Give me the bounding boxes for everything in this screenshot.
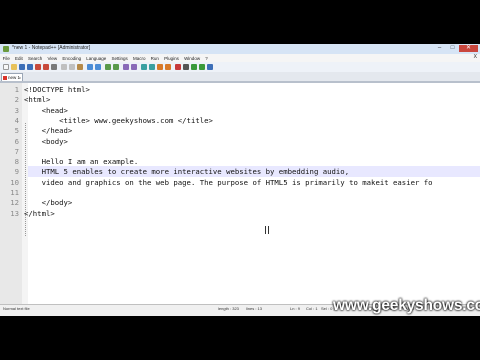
- code-line[interactable]: <html>: [24, 95, 50, 104]
- copy-icon[interactable]: [69, 64, 75, 70]
- replace-icon[interactable]: [113, 64, 119, 70]
- notepadpp-window: *new 1 - Notepad++ [Administrator] – □ ✕…: [0, 44, 480, 316]
- line-number: 1: [14, 85, 19, 94]
- code-line[interactable]: <!DOCTYPE html>: [24, 85, 90, 94]
- show-all-chars-icon[interactable]: [157, 64, 163, 70]
- code-line[interactable]: video and graphics on the web page. The …: [24, 178, 433, 187]
- line-number: 5: [14, 126, 19, 136]
- menu-view[interactable]: View: [45, 56, 60, 61]
- tab-close-icon[interactable]: x: [19, 74, 21, 82]
- code-line[interactable]: HTML 5 enables to create more interactiv…: [24, 167, 350, 176]
- menu-window[interactable]: Window: [181, 56, 202, 61]
- menu-bar: File Edit Search View Encoding Language …: [0, 54, 480, 62]
- code-line[interactable]: <title> www.geekyshows.com </title>: [24, 116, 213, 125]
- code-line[interactable]: Hello I am an example.: [24, 157, 139, 166]
- unsaved-icon: [3, 76, 7, 80]
- line-number-gutter: 1 2 3 4 5 6 7 8 9 10 11 12 13: [0, 83, 23, 305]
- sync-scroll-icon[interactable]: [141, 64, 147, 70]
- window-title: *new 1 - Notepad++ [Administrator]: [12, 45, 91, 51]
- line-number: 10: [10, 177, 19, 187]
- maximize-button[interactable]: □: [446, 45, 459, 52]
- save-icon[interactable]: [19, 64, 25, 70]
- zoom-out-icon[interactable]: [131, 64, 137, 70]
- editor-area[interactable]: 1 2 3 4 5 6 7 8 9 10 11 12 13 <!DOCTYPE html> <html> …: [0, 82, 480, 305]
- title-bar: *new 1 - Notepad++ [Administrator] – □ ✕: [0, 44, 480, 54]
- status-lines: lines : 13: [246, 306, 263, 311]
- close-file-icon[interactable]: [35, 64, 41, 70]
- indent-guide-icon[interactable]: [165, 64, 171, 70]
- find-icon[interactable]: [105, 64, 111, 70]
- play-macro-icon[interactable]: [191, 64, 197, 70]
- menu-close-button[interactable]: X: [474, 54, 477, 60]
- line-number: 6: [14, 136, 19, 146]
- code-line[interactable]: <body>: [24, 137, 68, 146]
- run-macro-multiple-icon[interactable]: [199, 64, 205, 70]
- code-line[interactable]: </head>: [24, 126, 73, 135]
- save-all-icon[interactable]: [27, 64, 33, 70]
- undo-icon[interactable]: [87, 64, 93, 70]
- menu-run[interactable]: Run: [148, 56, 161, 61]
- line-number: 8: [14, 157, 19, 167]
- menu-macro[interactable]: Macro: [130, 56, 148, 61]
- code-line[interactable]: </body>: [24, 198, 73, 207]
- line-number: 7: [14, 146, 19, 156]
- menu-search[interactable]: Search: [25, 56, 44, 61]
- tab-bar: new 1 x: [0, 72, 480, 82]
- record-macro-icon[interactable]: [175, 64, 181, 70]
- new-file-icon[interactable]: [3, 64, 9, 70]
- tab-new-1[interactable]: new 1 x: [1, 73, 23, 81]
- status-length: length : 323: [218, 306, 239, 311]
- line-number: 12: [10, 198, 19, 208]
- close-button[interactable]: ✕: [459, 45, 478, 52]
- menu-file[interactable]: File: [0, 56, 12, 61]
- save-macro-icon[interactable]: [207, 64, 213, 70]
- close-all-icon[interactable]: [43, 64, 49, 70]
- menu-encoding[interactable]: Encoding: [60, 56, 84, 61]
- line-number: 9: [14, 167, 19, 177]
- menu-plugins[interactable]: Plugins: [162, 56, 182, 61]
- code-line[interactable]: <head>: [24, 106, 68, 115]
- status-col: Col : 1: [306, 306, 318, 311]
- line-number: 4: [14, 115, 19, 125]
- cut-icon[interactable]: [61, 64, 67, 70]
- open-file-icon[interactable]: [11, 64, 17, 70]
- menu-settings[interactable]: Settings: [109, 56, 130, 61]
- status-position: Ln : 9: [290, 306, 301, 311]
- line-number: 3: [14, 105, 19, 115]
- line-number: 13: [10, 208, 19, 218]
- code-line[interactable]: </html>: [24, 209, 55, 218]
- word-wrap-icon[interactable]: [149, 64, 155, 70]
- zoom-in-icon[interactable]: [123, 64, 129, 70]
- redo-icon[interactable]: [95, 64, 101, 70]
- menu-language[interactable]: Language: [84, 56, 109, 61]
- paste-icon[interactable]: [77, 64, 83, 70]
- status-file-type: Normal text file: [3, 306, 30, 311]
- line-number: 2: [14, 95, 19, 105]
- watermark-text: www.geekyshows.com: [333, 297, 480, 314]
- stop-macro-icon[interactable]: [183, 64, 189, 70]
- notepadpp-icon: [3, 46, 9, 52]
- print-icon[interactable]: [51, 64, 57, 70]
- minimize-button[interactable]: –: [433, 45, 446, 52]
- menu-help[interactable]: ?: [203, 56, 211, 61]
- menu-edit[interactable]: Edit: [12, 56, 25, 61]
- line-number: 11: [10, 188, 19, 197]
- mouse-text-cursor-icon: [265, 226, 269, 234]
